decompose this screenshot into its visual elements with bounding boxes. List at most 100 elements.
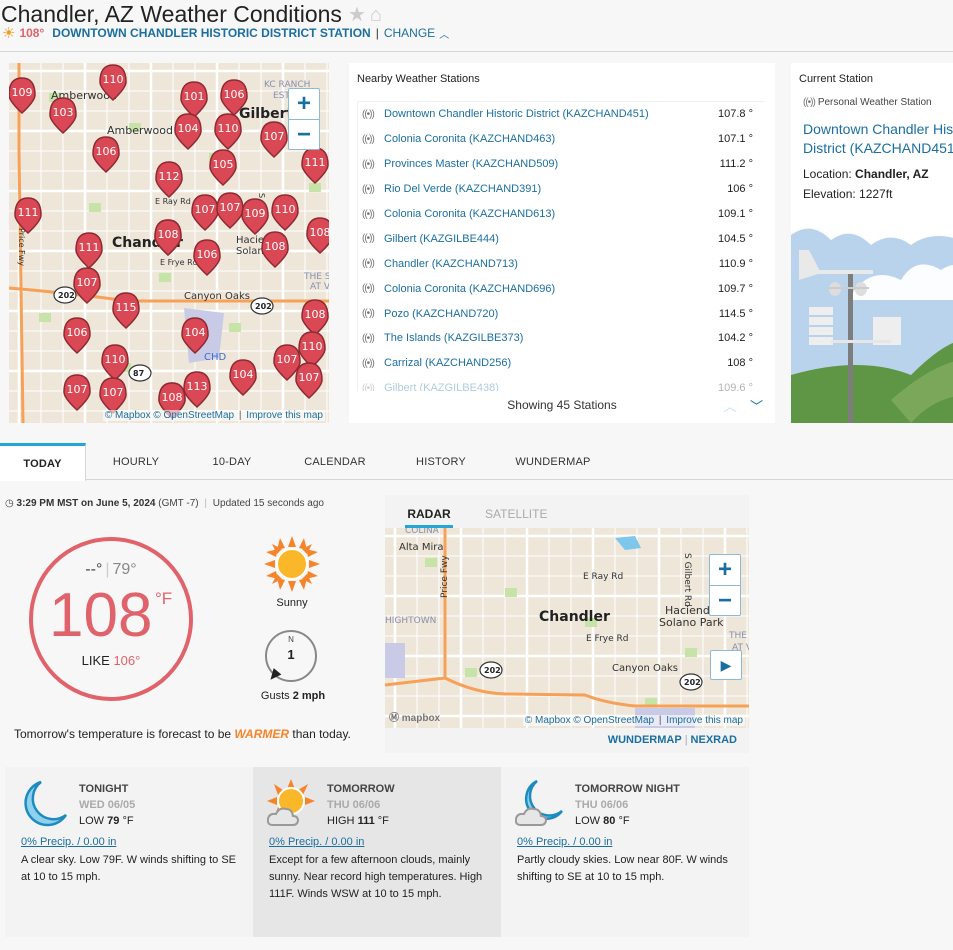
chevron-up-icon[interactable]: ︿ [439,26,449,41]
station-map-canvas[interactable]: AmberwoodAmberwood IIGilbertChandlerE Ra… [9,63,329,423]
forecast-card-tomorrow-night[interactable]: TOMORROW NIGHT THU 06/06 LOW 80 °F 0% Pr… [501,767,749,937]
map-label: E Frye Rd [160,258,198,267]
change-station-button[interactable]: CHANGE [384,26,435,40]
map-park [229,323,241,332]
station-link[interactable]: Provinces Master (KAZCHAND509) [384,158,695,170]
scroll-down-button[interactable]: ﹀ [750,399,763,414]
precip-link[interactable]: 0% Precip. / 0.00 in [517,836,612,848]
wundermap-link[interactable]: WUNDERMAP [608,734,682,746]
radar-attribution: © Mapbox © OpenStreetMap | Improve this … [522,715,745,726]
sunny-icon [264,536,320,592]
map-label: Chandler [539,609,610,625]
sun-icon: ☀ [2,25,16,42]
forecast-cards: TONIGHT WED 06/05 LOW 79 °F 0% Precip. /… [5,767,749,937]
tab-hourly[interactable]: HOURLY [86,443,186,480]
zoom-out-button[interactable]: − [289,119,319,149]
tab-satellite[interactable]: SATELLITE [485,507,547,521]
station-temp: 111.2 ° [719,158,753,171]
station-link[interactable]: Colonia Coronita (KAZCHAND613) [384,208,695,220]
tab-10-day[interactable]: 10-DAY [186,443,278,480]
forecast-card-tomorrow[interactable]: TOMORROW THU 06/06 HIGH 111 °F 0% Precip… [253,767,501,937]
tab-history[interactable]: HISTORY [392,443,490,480]
station-link[interactable]: Gilbert (KAZGILBE438) [384,382,695,391]
tab-calendar[interactable]: CALENDAR [278,443,392,480]
station-row[interactable]: ((•)) Colonia Coronita (KAZCHAND696) 109.7… [358,276,765,301]
station-row[interactable]: ((•)) Pozo (KAZCHAND720) 114.5 ° [358,301,765,326]
radar-zoom-in-button[interactable]: + [710,555,740,585]
station-row[interactable]: ((•)) Colonia Coronita (KAZCHAND463) 107.1… [358,127,765,152]
station-row[interactable]: ((•)) Rio Del Verde (KAZCHAND391) 106 ° [358,177,765,202]
osm-link[interactable]: © OpenStreetMap [153,410,234,421]
station-list[interactable]: ((•)) Downtown Chandler Historic District… [357,101,765,391]
zoom-in-button[interactable]: + [289,89,319,119]
marker-value: 109 [12,86,33,99]
tab-today[interactable]: TODAY [0,443,86,481]
scroll-up-button[interactable]: ︿ [723,399,736,414]
station-link[interactable]: Colonia Coronita (KAZCHAND463) [384,133,695,145]
current-station-link[interactable]: Downtown Chandler Historic District (KAZ… [803,120,953,158]
station-row[interactable]: ((•)) Gilbert (KAZGILBE438) 109.6 ° [358,376,765,391]
map-park [39,313,51,322]
radar-map[interactable]: COLINA Alta Mira Price Fwy E Ray Rd S Gilber… [385,528,749,728]
forecast-description: A clear sky. Low 79F. W winds shifting t… [21,854,236,883]
precip-link[interactable]: 0% Precip. / 0.00 in [21,836,116,848]
marker-value: 109 [245,207,266,220]
forecast-temp: LOW 79 °F [79,815,134,827]
station-link[interactable]: The Islands (KAZGILBE373) [384,332,695,344]
home-icon[interactable]: ⌂ [370,4,382,26]
station-temp: 107.8 ° [718,108,753,121]
forecast-card-tonight[interactable]: TONIGHT WED 06/05 LOW 79 °F 0% Precip. /… [5,767,253,937]
station-link[interactable]: Gilbert (KAZGILBE444) [384,233,695,245]
station-link[interactable]: Chandler (KAZCHAND713) [384,258,695,270]
osm-link[interactable]: © OpenStreetMap [573,715,654,726]
radar-zoom-control: + − [709,554,741,616]
improve-map-link[interactable]: Improve this map [666,715,743,726]
precip-link[interactable]: 0% Precip. / 0.00 in [269,836,364,848]
station-row[interactable]: ((•)) Gilbert (KAZGILBE444) 104.5 ° [358,226,765,251]
wind-speed: 1 [287,647,295,662]
station-row[interactable]: ((•)) The Islands (KAZGILBE373) 104.2 ° [358,326,765,351]
station-link[interactable]: Colonia Coronita (KAZCHAND696) [384,283,695,295]
temp-unit-toggle[interactable]: °F [155,589,172,609]
radar-map-canvas[interactable]: COLINA Alta Mira Price Fwy E Ray Rd S Gilber… [385,528,749,728]
play-button[interactable]: ▶ [710,650,742,680]
high-temp: --° [85,561,103,578]
marker-value: 105 [213,158,234,171]
station-row[interactable]: ((•)) Colonia Coronita (KAZCHAND613) 109.1… [358,202,765,227]
station-icon: ((•)) [362,258,375,270]
forecast-temp: LOW 80 °F [575,815,630,827]
radar-zoom-out-button[interactable]: − [710,585,740,615]
station-name-link[interactable]: DOWNTOWN CHANDLER HISTORIC DISTRICT STAT… [52,26,370,40]
station-link[interactable]: Pozo (KAZCHAND720) [384,308,695,320]
partly-sunny-icon [267,779,315,826]
temp-label: LOW [79,815,105,827]
station-map[interactable]: Amberwood Amberwood II Gilbert Chandler E Ra… [9,63,329,423]
station-row[interactable]: ((•)) Provinces Master (KAZCHAND509) 111.2… [358,152,765,177]
tab-radar[interactable]: RADAR [405,507,453,528]
station-link[interactable]: Downtown Chandler Historic District (KAZ… [384,108,695,120]
map-label: COLINA [405,528,440,536]
separator: | [375,26,379,40]
station-row[interactable]: ((•)) Chandler (KAZCHAND713) 110.9 ° [358,251,765,276]
star-icon[interactable]: ★ [348,4,366,26]
improve-map-link[interactable]: Improve this map [246,410,323,421]
mapbox-link[interactable]: © Mapbox [525,715,571,726]
map-park [89,203,101,212]
nexrad-link[interactable]: NEXRAD [691,734,737,746]
marker-value: 107 [67,383,88,396]
temp-label: HIGH [327,815,355,827]
station-link[interactable]: Carrizal (KAZCHAND256) [384,357,695,369]
marker-value: 106 [96,145,117,158]
forecast-period: TOMORROW [327,783,395,795]
station-temp: 107.1 ° [718,133,753,146]
station-icon: ((•)) [362,183,375,195]
tab-wundermap[interactable]: WUNDERMAP [490,443,616,480]
station-link[interactable]: Rio Del Verde (KAZCHAND391) [384,183,695,195]
map-attribution: © Mapbox © OpenStreetMap | Improve this … [102,410,325,421]
station-row[interactable]: ((•)) Carrizal (KAZCHAND256) 108 ° [358,351,765,376]
mapbox-link[interactable]: © Mapbox [105,410,151,421]
mapbox-logo: Ⓜ mapbox [389,713,441,724]
station-row[interactable]: ((•)) Downtown Chandler Historic District… [358,102,765,127]
highway-label: 202 [684,678,701,687]
map-park [159,273,171,282]
